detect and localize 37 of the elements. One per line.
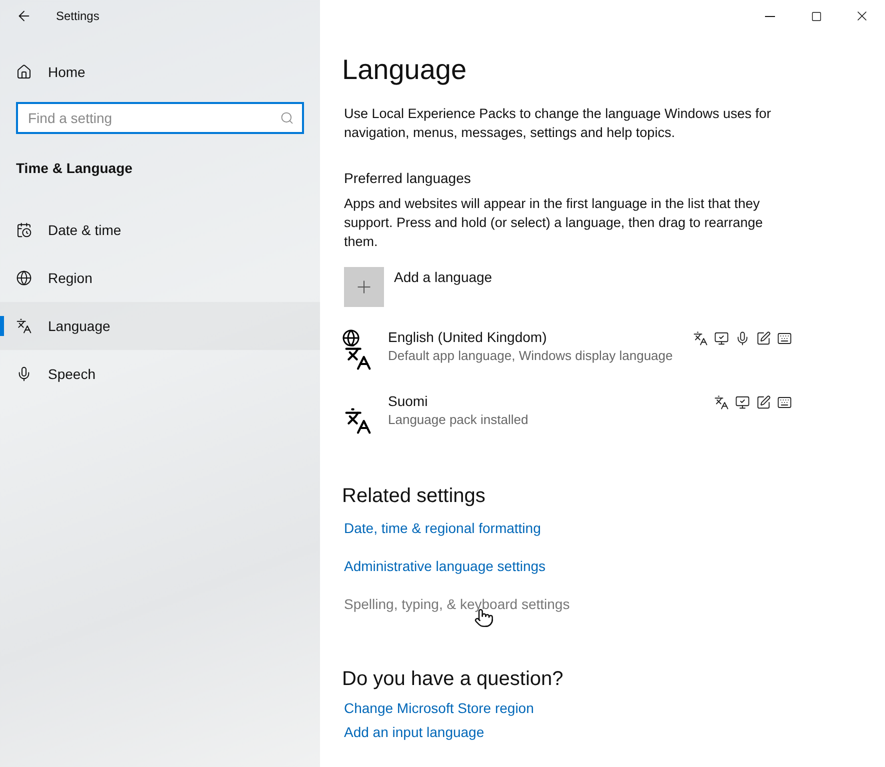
home-icon: [16, 64, 32, 80]
maximize-icon: [810, 10, 822, 22]
language-name: English (United Kingdom): [388, 329, 548, 345]
add-language-label[interactable]: Add a language: [394, 269, 492, 307]
search-input[interactable]: Find a setting: [26, 109, 280, 127]
sidebar-item[interactable]: Speech: [0, 350, 320, 398]
settings-link[interactable]: Administrative language settings: [344, 558, 546, 574]
microphone-icon: [16, 366, 32, 382]
globe-icon: [16, 270, 32, 286]
home-label: Home: [48, 64, 86, 80]
search-icon: [280, 111, 294, 125]
language-name: Suomi: [388, 393, 429, 409]
sidebar-item[interactable]: Language: [0, 302, 320, 350]
language-status: Language pack installed: [388, 412, 530, 427]
add-language-button[interactable]: [344, 267, 384, 307]
language-item[interactable]: Suomi Language pack installed: [342, 393, 792, 435]
preferred-heading: Preferred languages: [344, 170, 472, 186]
section-heading: Time & Language: [15, 159, 134, 178]
back-button[interactable]: [16, 8, 32, 24]
language-item[interactable]: English (United Kingdom) Default app language, Windows display language: [342, 329, 792, 371]
calendar-icon: [16, 222, 32, 238]
settings-link[interactable]: Change Microsoft Store region: [344, 700, 534, 716]
home-nav-item[interactable]: Home: [0, 48, 320, 96]
preferred-description: Apps and websites will appear in the first language in the list that they support. Press and hold (or select) a language, then drag to rearrange them.: [344, 195, 764, 251]
search-field[interactable]: Find a setting: [16, 102, 304, 134]
window-title: Settings: [56, 9, 100, 23]
intro-text: Use Local Experience Packs to change the language Windows uses for navigation, menus, messages, settings and help topics.: [344, 105, 772, 142]
sidebar-item[interactable]: Date & time: [0, 206, 320, 254]
related-heading: Related settings: [342, 485, 486, 508]
question-heading: Do you have a question?: [342, 668, 564, 691]
page-title: Language: [342, 54, 468, 86]
settings-link[interactable]: Spelling, typing, & keyboard settings: [344, 596, 570, 612]
sidebar-item[interactable]: Region: [0, 254, 320, 302]
language-status: Default app language, Windows display language: [388, 348, 674, 363]
settings-link[interactable]: Add an input language: [344, 724, 484, 740]
settings-link[interactable]: Date, time & regional formatting: [344, 520, 541, 536]
language-icon: [16, 318, 32, 334]
